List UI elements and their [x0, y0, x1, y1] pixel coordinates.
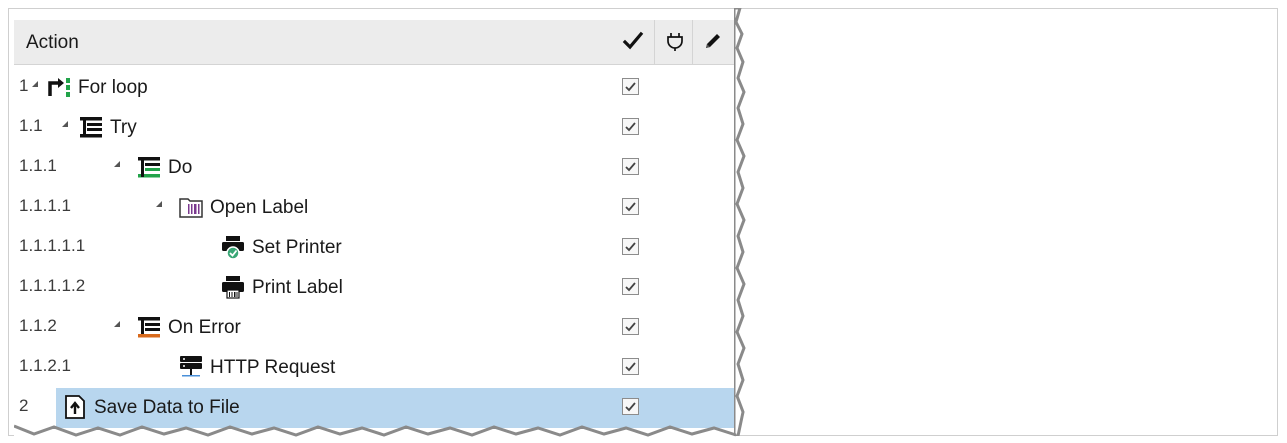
row-number: 1.1.1.1.2 [19, 276, 86, 295]
node-label: Set Printer [252, 237, 342, 258]
row-number: 1.1.1.1.1 [19, 236, 86, 255]
torn-edge-right [734, 8, 746, 436]
node-label: Print Label [252, 277, 343, 298]
node-label: For loop [78, 77, 148, 98]
checkmark-icon[interactable] [622, 30, 644, 54]
tree-row[interactable]: 1.1.1.1.1 Set Printer [14, 228, 734, 268]
collapse-arrow-icon[interactable] [114, 161, 120, 167]
row-number: 1 [19, 76, 29, 95]
collapse-arrow-icon[interactable] [32, 81, 38, 87]
tree-row[interactable]: 1.1.1 Do [14, 148, 734, 188]
http-request-icon [178, 354, 204, 380]
row-number: 1.1.2 [19, 316, 57, 335]
save-data-icon [62, 394, 88, 420]
do-icon [136, 154, 162, 180]
collapse-arrow-icon[interactable] [62, 121, 68, 127]
enabled-checkbox[interactable] [622, 398, 639, 415]
set-printer-icon [220, 234, 246, 260]
enabled-checkbox[interactable] [622, 358, 639, 375]
on-error-icon [136, 314, 162, 340]
node-label: Do [168, 157, 193, 178]
pencil-icon[interactable] [702, 30, 724, 54]
open-label-icon [178, 194, 204, 220]
enabled-checkbox[interactable] [622, 158, 639, 175]
tree-row[interactable]: 1.1.2.1 HTTP Request [14, 348, 734, 388]
tree-row[interactable]: 1 For loop [14, 68, 734, 108]
enabled-checkbox[interactable] [622, 238, 639, 255]
torn-edge-bottom [14, 424, 737, 437]
enabled-checkbox[interactable] [622, 318, 639, 335]
column-separator[interactable] [654, 20, 655, 65]
row-number: 1.1.2.1 [19, 356, 71, 375]
node-label: On Error [168, 317, 241, 338]
enabled-checkbox[interactable] [622, 78, 639, 95]
plug-icon[interactable] [664, 30, 686, 54]
tree-row[interactable]: 1.1 Try [14, 108, 734, 148]
row-number: 1.1 [19, 116, 43, 135]
tree-row[interactable]: 1.1.1.1 Open Label [14, 188, 734, 228]
enabled-checkbox[interactable] [622, 198, 639, 215]
action-column-header: Action [26, 32, 79, 53]
node-label: Save Data to File [94, 397, 240, 418]
row-number: 1.1.1 [19, 156, 57, 175]
node-label: Open Label [210, 197, 309, 218]
collapse-arrow-icon[interactable] [156, 201, 162, 207]
column-separator[interactable] [692, 20, 693, 65]
row-number: 2 [19, 396, 29, 415]
node-label: HTTP Request [210, 357, 336, 378]
action-tree-panel: Action 1 For loop 1.1 Try 1.1.1 Do 1.1.1… [14, 20, 734, 436]
row-number: 1.1.1.1 [19, 196, 71, 215]
enabled-checkbox[interactable] [622, 278, 639, 295]
tree-header: Action [14, 20, 734, 65]
node-label: Try [110, 117, 137, 138]
tree-row[interactable]: 1.1.1.1.2 Print Label [14, 268, 734, 308]
tree-row[interactable]: 2 Save Data to File [14, 388, 734, 428]
enabled-checkbox[interactable] [622, 118, 639, 135]
collapse-arrow-icon[interactable] [114, 321, 120, 327]
for-loop-icon [46, 74, 72, 100]
print-label-icon [220, 274, 246, 300]
try-icon [78, 114, 104, 140]
tree-row[interactable]: 1.1.2 On Error [14, 308, 734, 348]
